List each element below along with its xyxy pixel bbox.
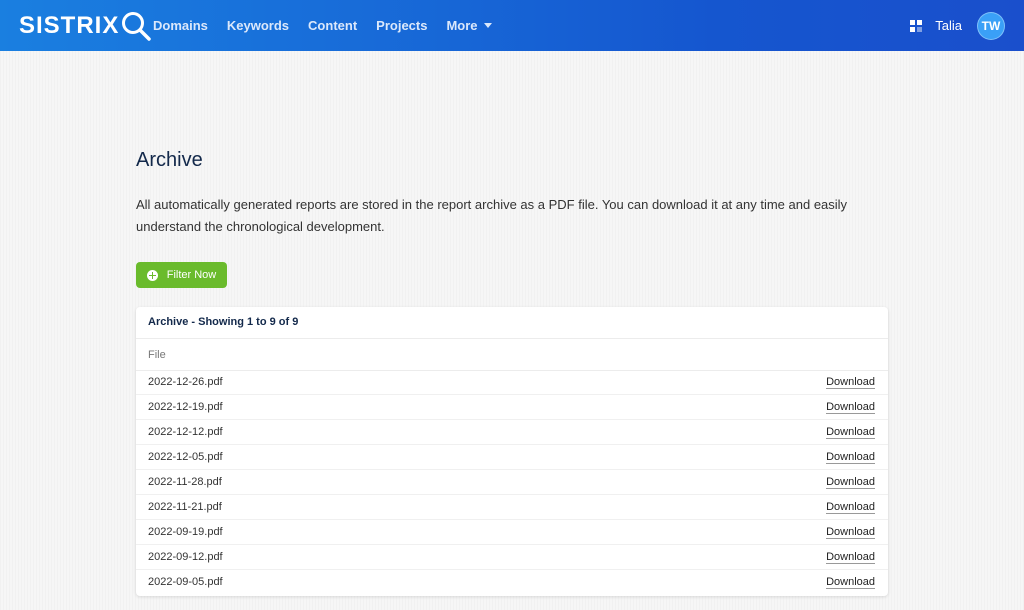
plus-circle-icon	[146, 269, 158, 281]
table-row: 2022-09-12.pdf Download	[136, 545, 888, 570]
file-name: 2022-12-19.pdf	[148, 401, 223, 413]
download-link[interactable]: Download	[826, 526, 875, 539]
nav-item-content[interactable]: Content	[308, 18, 357, 33]
page-title: Archive	[136, 149, 203, 171]
nav-item-domains[interactable]: Domains	[153, 18, 208, 33]
divider	[136, 338, 888, 339]
table-row: 2022-12-12.pdf Download	[136, 420, 888, 445]
file-name: 2022-12-12.pdf	[148, 426, 223, 438]
download-link[interactable]: Download	[826, 401, 875, 414]
archive-table-title: Archive - Showing 1 to 9 of 9	[148, 316, 299, 328]
file-name: 2022-12-26.pdf	[148, 376, 223, 388]
table-row: 2022-12-19.pdf Download	[136, 395, 888, 420]
file-name: 2022-09-05.pdf	[148, 576, 223, 588]
download-link[interactable]: Download	[826, 451, 875, 464]
magnifier-logo-icon	[122, 12, 152, 41]
nav-item-label: Projects	[376, 18, 428, 33]
archive-table-card: Archive - Showing 1 to 9 of 9 File 2022-…	[136, 307, 888, 596]
main-nav: Domains Keywords Content Projects More	[153, 0, 511, 51]
file-name: 2022-12-05.pdf	[148, 451, 223, 463]
nav-item-label: Content	[308, 18, 358, 33]
file-name: 2022-11-21.pdf	[148, 501, 222, 513]
download-link[interactable]: Download	[826, 576, 875, 589]
table-row: 2022-11-21.pdf Download	[136, 495, 888, 520]
filter-button-label: Filter Now	[166, 269, 217, 281]
table-row: 2022-11-28.pdf Download	[136, 470, 888, 495]
table-row: 2022-12-05.pdf Download	[136, 445, 888, 470]
table-row: 2022-09-05.pdf Download	[136, 570, 888, 595]
user-name[interactable]: Talia	[935, 18, 962, 33]
logo-text: SISTRIX	[19, 12, 120, 39]
user-tools: Talia TW	[910, 0, 1005, 51]
download-link[interactable]: Download	[826, 551, 875, 564]
nav-item-keywords[interactable]: Keywords	[227, 18, 289, 33]
archive-file-list: 2022-12-26.pdf Download 2022-12-19.pdf Dow…	[136, 370, 888, 595]
nav-item-label: Keywords	[226, 18, 290, 33]
table-row: 2022-12-26.pdf Download	[136, 370, 888, 395]
apps-grid-icon[interactable]	[910, 19, 923, 32]
sistrix-logo[interactable]: SISTRIX	[19, 11, 152, 41]
filter-now-button[interactable]: Filter Now	[136, 262, 227, 288]
nav-item-label: More	[446, 18, 478, 33]
nav-item-projects[interactable]: Projects	[376, 18, 427, 33]
top-navigation-bar: SISTRIX Domains Keywords Content Project…	[0, 0, 1024, 51]
file-name: 2022-11-28.pdf	[148, 476, 222, 488]
download-link[interactable]: Download	[826, 376, 875, 389]
chevron-down-icon	[483, 23, 492, 28]
nav-item-label: Domains	[153, 18, 208, 33]
table-row: 2022-09-19.pdf Download	[136, 520, 888, 545]
file-name: 2022-09-19.pdf	[148, 526, 223, 538]
column-header-file: File	[148, 349, 166, 361]
download-link[interactable]: Download	[826, 501, 875, 514]
file-name: 2022-09-12.pdf	[148, 551, 223, 563]
download-link[interactable]: Download	[826, 476, 875, 489]
avatar[interactable]: TW	[977, 11, 1005, 40]
download-link[interactable]: Download	[826, 426, 875, 439]
nav-item-more[interactable]: More	[446, 18, 492, 33]
page-intro-text: All automatically generated reports are …	[136, 197, 848, 234]
